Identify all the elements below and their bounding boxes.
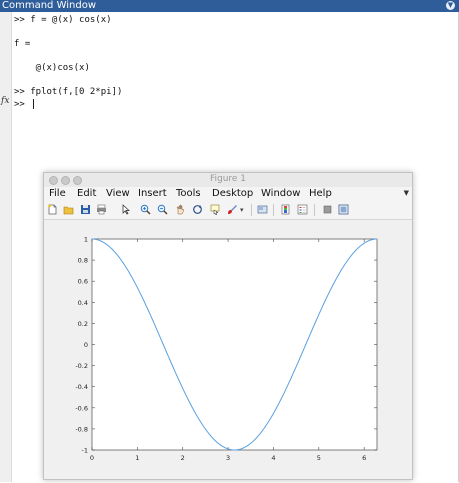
command-prompt[interactable]: >> <box>14 99 35 110</box>
figure-toolbar: ▾ <box>44 201 412 220</box>
x-tick-label: 4 <box>271 454 275 462</box>
y-tick-label: -0.8 <box>75 425 88 433</box>
x-tick-label: 6 <box>362 454 366 462</box>
figure-titlebar[interactable]: Figure 1 <box>44 173 412 187</box>
menu-insert[interactable]: Insert <box>138 188 167 199</box>
y-tick-label: 0.8 <box>78 257 88 265</box>
print-icon[interactable] <box>96 204 107 215</box>
y-tick-label: -0.2 <box>75 362 88 370</box>
x-tick-label: 0 <box>90 454 94 462</box>
menu-file[interactable]: File <box>49 188 66 199</box>
y-tick-label: 0.2 <box>78 320 88 328</box>
figure-window[interactable]: Figure 1 File Edit View Insert Tools Des… <box>43 172 413 480</box>
chevron-down-icon[interactable]: ▼ <box>446 1 455 10</box>
x-tick-label: 3 <box>226 454 230 462</box>
figure-menubar: File Edit View Insert Tools Desktop Wind… <box>44 187 412 201</box>
menu-view[interactable]: View <box>106 188 130 199</box>
command-line: >> f = @(x) cos(x) <box>14 15 112 25</box>
pan-icon[interactable] <box>175 204 186 215</box>
command-window-title: Command Window <box>2 0 97 11</box>
save-icon[interactable] <box>80 204 91 215</box>
output-line: @(x)cos(x) <box>14 63 90 73</box>
data-cursor-icon[interactable] <box>210 204 221 215</box>
new-file-icon[interactable] <box>47 204 58 215</box>
y-tick-label: 0.4 <box>78 299 88 307</box>
pointer-icon[interactable] <box>120 204 131 215</box>
colorbar-icon[interactable] <box>280 204 291 215</box>
output-line: f = <box>14 39 31 49</box>
x-tick-label: 2 <box>181 454 185 462</box>
y-tick-label: 0 <box>84 341 88 349</box>
menu-help[interactable]: Help <box>309 188 332 199</box>
zoom-in-icon[interactable] <box>140 204 151 215</box>
command-window-gutter <box>0 12 12 482</box>
toolbar-separator <box>251 204 252 216</box>
rotate-icon[interactable] <box>192 204 203 215</box>
x-tick-label: 5 <box>317 454 321 462</box>
axes-box <box>91 238 378 451</box>
x-tick-label: 1 <box>135 454 139 462</box>
plot-area[interactable]: -1 -0.8 -0.6 -0.4 -0.2 0 0.2 0.4 0.6 0.8 1 0 1 2 3 4 5 6 <box>44 220 412 479</box>
link-icon[interactable] <box>257 204 268 215</box>
line-chart[interactable]: -1 -0.8 -0.6 -0.4 -0.2 0 0.2 0.4 0.6 0.8 1 0 1 2 3 4 5 6 <box>44 220 412 479</box>
menu-window[interactable]: Window <box>261 188 300 199</box>
figure-title: Figure 1 <box>209 174 247 184</box>
fx-icon[interactable]: fx <box>1 96 9 106</box>
text-cursor <box>33 99 35 109</box>
brush-dropdown-icon[interactable]: ▾ <box>240 206 251 217</box>
prompt-text: >> <box>14 99 31 110</box>
brush-icon[interactable] <box>227 204 238 215</box>
y-tick-label: 0.6 <box>78 278 88 286</box>
legend-icon[interactable] <box>297 204 308 215</box>
zoom-out-icon[interactable] <box>157 204 168 215</box>
y-tick-label: -1 <box>82 447 88 455</box>
menu-tools[interactable]: Tools <box>176 188 201 199</box>
open-folder-icon[interactable] <box>63 204 74 215</box>
y-tick-label: 1 <box>84 236 88 244</box>
menu-desktop[interactable]: Desktop <box>212 188 253 199</box>
dock-icon[interactable] <box>338 204 349 215</box>
toolbar-overflow-icon[interactable]: ▼ <box>404 189 409 197</box>
y-tick-label: -0.4 <box>75 383 88 391</box>
y-tick-label: -0.6 <box>75 404 88 412</box>
command-window-titlebar: Command Window ▼ <box>0 0 459 12</box>
toolbar-separator <box>273 204 274 216</box>
menu-edit[interactable]: Edit <box>77 188 96 199</box>
hide-tools-icon[interactable] <box>322 204 333 215</box>
toolbar-separator <box>314 204 315 216</box>
command-line: >> fplot(f,[0 2*pi]) <box>14 87 123 97</box>
